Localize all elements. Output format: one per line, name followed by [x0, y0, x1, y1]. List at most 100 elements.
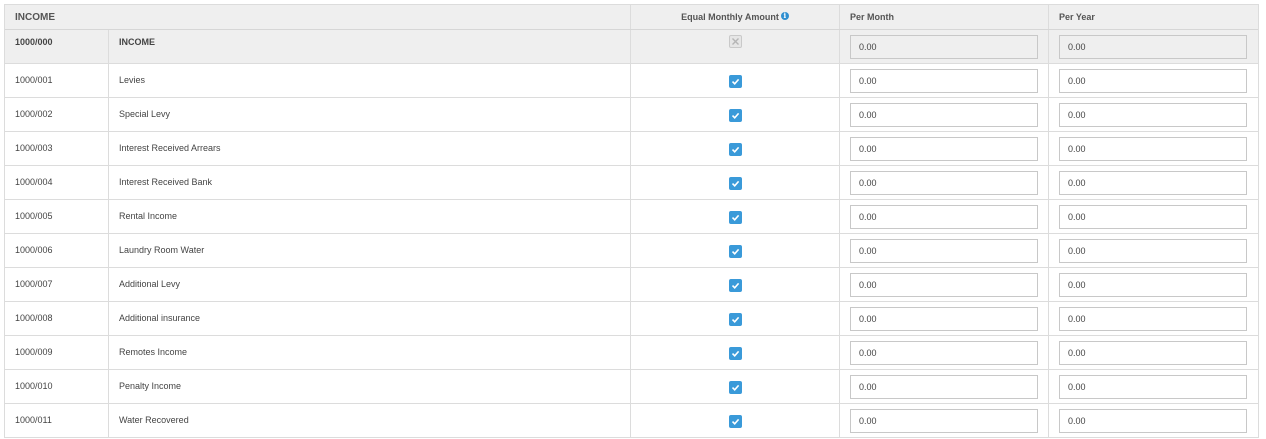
account-name: Additional insurance: [109, 302, 631, 335]
account-name: Remotes Income: [109, 336, 631, 369]
equal-monthly-checkbox[interactable]: [728, 313, 742, 326]
per-month-input[interactable]: 0.00: [850, 273, 1038, 297]
per-year-cell: 0.00: [1049, 336, 1258, 369]
per-year-cell: 0.00: [1049, 268, 1258, 301]
per-year-header: Per Year: [1059, 12, 1095, 22]
per-month-cell: 0.00: [840, 234, 1049, 267]
income-budget-table: INCOME Equal Monthly Amount i Per Month …: [4, 4, 1259, 438]
equal-monthly-checkbox[interactable]: [728, 245, 742, 258]
per-year-input[interactable]: 0.00: [1059, 409, 1247, 433]
equal-monthly-checkbox[interactable]: [728, 347, 742, 360]
per-month-input[interactable]: 0.00: [850, 341, 1038, 365]
per-year-input[interactable]: 0.00: [1059, 239, 1247, 263]
equal-monthly-cell: [631, 234, 840, 267]
table-row: 1000/003 Interest Received Arrears 0.00 0.0…: [5, 132, 1258, 166]
per-year-cell: 0.00: [1049, 98, 1258, 131]
table-row: 1000/001 Levies 0.00 0.00: [5, 64, 1258, 98]
checkmark-icon: [731, 78, 739, 85]
per-year-input[interactable]: 0.00: [1059, 171, 1247, 195]
per-month-cell: 0.00: [840, 200, 1049, 233]
account-name: Water Recovered: [109, 404, 631, 437]
account-code: 1000/009: [5, 336, 109, 369]
per-month-cell: 0.00: [840, 370, 1049, 403]
per-year-cell: 0.00: [1049, 166, 1258, 199]
checkmark-icon: [731, 384, 739, 391]
equal-monthly-checkbox[interactable]: [728, 381, 742, 394]
account-code: 1000/007: [5, 268, 109, 301]
checkmark-icon: [731, 214, 739, 221]
info-icon[interactable]: i: [780, 12, 789, 20]
checkmark-icon: [731, 282, 739, 289]
per-month-field: 0.00: [850, 35, 1038, 59]
equal-monthly-cell: [631, 166, 840, 199]
per-month-cell: 0.00: [840, 132, 1049, 165]
checkmark-icon: [731, 112, 739, 119]
equal-monthly-cell: [631, 302, 840, 335]
equal-monthly-checkbox[interactable]: [728, 75, 742, 88]
equal-monthly-checkbox[interactable]: [728, 109, 742, 122]
per-month-cell: 0.00: [840, 268, 1049, 301]
per-month-input[interactable]: 0.00: [850, 69, 1038, 93]
per-month-cell: 0.00: [840, 404, 1049, 437]
equal-monthly-label: Equal Monthly Amount: [681, 12, 779, 22]
per-year-input[interactable]: 0.00: [1059, 341, 1247, 365]
per-month-input[interactable]: 0.00: [850, 103, 1038, 127]
table-row: 1000/009 Remotes Income 0.00 0.00: [5, 336, 1258, 370]
table-header: INCOME Equal Monthly Amount i Per Month …: [5, 5, 1258, 30]
per-month-cell: 0.00: [840, 166, 1049, 199]
account-code: 1000/005: [5, 200, 109, 233]
per-year-cell: 0.00: [1049, 30, 1258, 63]
per-month-input[interactable]: 0.00: [850, 205, 1038, 229]
equal-monthly-cell: [631, 404, 840, 437]
per-month-input[interactable]: 0.00: [850, 375, 1038, 399]
account-code: 1000/002: [5, 98, 109, 131]
per-year-cell: 0.00: [1049, 234, 1258, 267]
equal-monthly-cell: [631, 268, 840, 301]
equal-monthly-cell: [631, 132, 840, 165]
account-name: Penalty Income: [109, 370, 631, 403]
per-year-cell: 0.00: [1049, 302, 1258, 335]
checkmark-icon: [731, 418, 739, 425]
account-code: 1000/006: [5, 234, 109, 267]
per-month-cell: 0.00: [840, 336, 1049, 369]
x-icon: [731, 38, 739, 45]
account-code: 1000/004: [5, 166, 109, 199]
per-month-input[interactable]: 0.00: [850, 239, 1038, 263]
per-month-input[interactable]: 0.00: [850, 137, 1038, 161]
account-name: Special Levy: [109, 98, 631, 131]
per-month-header: Per Month: [840, 5, 1049, 29]
per-month-input[interactable]: 0.00: [850, 409, 1038, 433]
per-year-input[interactable]: 0.00: [1059, 375, 1247, 399]
equal-monthly-cell: [631, 98, 840, 131]
table-row: 1000/007 Additional Levy 0.00 0.00: [5, 268, 1258, 302]
table-row: 1000/011 Water Recovered 0.00 0.00: [5, 404, 1258, 438]
equal-monthly-checkbox[interactable]: [728, 415, 742, 428]
account-name: Laundry Room Water: [109, 234, 631, 267]
disabled-checkbox: [728, 35, 742, 48]
table-row: 1000/002 Special Levy 0.00 0.00: [5, 98, 1258, 132]
per-month-cell: 0.00: [840, 302, 1049, 335]
per-year-input[interactable]: 0.00: [1059, 103, 1247, 127]
account-code: 1000/010: [5, 370, 109, 403]
per-month-input[interactable]: 0.00: [850, 171, 1038, 195]
account-code: 1000/001: [5, 64, 109, 97]
equal-monthly-cell: [631, 30, 840, 63]
checkmark-icon: [731, 316, 739, 323]
equal-monthly-cell: [631, 336, 840, 369]
per-year-input[interactable]: 0.00: [1059, 273, 1247, 297]
per-year-input[interactable]: 0.00: [1059, 137, 1247, 161]
account-name: Interest Received Arrears: [109, 132, 631, 165]
equal-monthly-checkbox[interactable]: [728, 143, 742, 156]
equal-monthly-checkbox[interactable]: [728, 177, 742, 190]
per-year-input[interactable]: 0.00: [1059, 69, 1247, 93]
per-month-input[interactable]: 0.00: [850, 307, 1038, 331]
account-name: Interest Received Bank: [109, 166, 631, 199]
table-row: 1000/004 Interest Received Bank 0.00 0.00: [5, 166, 1258, 200]
per-year-cell: 0.00: [1049, 64, 1258, 97]
equal-monthly-checkbox[interactable]: [728, 211, 742, 224]
equal-monthly-checkbox[interactable]: [728, 279, 742, 292]
per-year-input[interactable]: 0.00: [1059, 205, 1247, 229]
checkmark-icon: [731, 350, 739, 357]
per-year-input[interactable]: 0.00: [1059, 307, 1247, 331]
account-code: 1000/008: [5, 302, 109, 335]
